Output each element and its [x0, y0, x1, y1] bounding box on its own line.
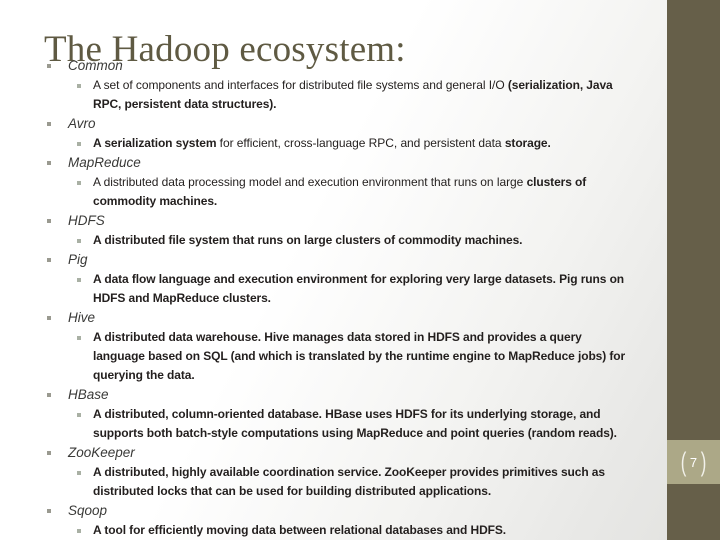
- outline-item-level1: HBase: [0, 385, 667, 405]
- outline-item-level1: MapReduce: [0, 153, 667, 173]
- outline-description-text: A set of components and interfaces for d…: [93, 78, 508, 92]
- bullet-square-icon: [47, 64, 51, 68]
- bullet-square-icon: [47, 122, 51, 126]
- bullet-square-icon: [77, 529, 81, 533]
- outline-term-label: Sqoop: [68, 503, 108, 518]
- outline-description-text: A distributed file system that runs on l…: [93, 233, 523, 247]
- outline-item-level1: ZooKeeper: [0, 443, 667, 463]
- outline-item-level1: Pig: [0, 250, 667, 270]
- outline-term-label: ZooKeeper: [68, 445, 135, 460]
- slide: ( 7 ) The Hadoop ecosystem: Common A set …: [0, 0, 720, 540]
- bullet-square-icon: [47, 219, 51, 223]
- bullet-square-icon: [77, 239, 81, 243]
- outline-description-text: storage.: [504, 136, 551, 150]
- outline-item-level2: A data flow language and execution envir…: [0, 270, 667, 308]
- bullet-square-icon: [77, 84, 81, 88]
- outline-term-label: HDFS: [68, 213, 105, 228]
- outline-item-level1: Sqoop: [0, 501, 667, 521]
- outline-description-text: A distributed data warehouse. Hive manag…: [93, 330, 626, 382]
- bullet-square-icon: [77, 413, 81, 417]
- outline-term-label: Hive: [68, 310, 96, 325]
- outline-description-text: A distributed, highly available coordina…: [93, 465, 605, 498]
- bullet-square-icon: [47, 451, 51, 455]
- outline-item-level1: Common: [0, 56, 667, 76]
- bullet-square-icon: [77, 471, 81, 475]
- outline-item-level1: Avro: [0, 114, 667, 134]
- outline-item-level2: A tool for efficiently moving data betwe…: [0, 521, 667, 540]
- outline-term-label: HBase: [68, 387, 109, 402]
- outline-term-label: Pig: [68, 252, 88, 267]
- bracket-left-icon: (: [680, 446, 687, 477]
- outline-item-level2: A distributed data warehouse. Hive manag…: [0, 328, 667, 385]
- outline-item-level2: A set of components and interfaces for d…: [0, 76, 667, 114]
- bullet-square-icon: [77, 336, 81, 340]
- outline-description-text: A tool for efficiently moving data betwe…: [93, 523, 506, 537]
- bullet-square-icon: [47, 258, 51, 262]
- bullet-square-icon: [47, 161, 51, 165]
- outline-body: Common A set of components and interfaces…: [0, 56, 667, 540]
- bullet-square-icon: [47, 316, 51, 320]
- outline-description-text: A distributed, column-oriented database.…: [93, 407, 617, 440]
- bullet-square-icon: [77, 142, 81, 146]
- page-number: 7: [689, 454, 698, 470]
- outline-term-label: Avro: [68, 116, 96, 131]
- outline-item-level2: A serialization system for efficient, cr…: [0, 134, 667, 153]
- outline-description-text: A serialization system: [93, 136, 220, 150]
- outline-description-text: A data flow language and execution envir…: [93, 272, 625, 305]
- outline-item-level2: A distributed, highly available coordina…: [0, 463, 667, 501]
- outline-description-text: A distributed data processing model and …: [93, 175, 527, 189]
- bullet-square-icon: [77, 181, 81, 185]
- bracket-right-icon: ): [700, 446, 707, 477]
- outline-term-label: Common: [68, 58, 123, 73]
- outline-item-level1: Hive: [0, 308, 667, 328]
- outline-term-label: MapReduce: [68, 155, 141, 170]
- bullet-square-icon: [47, 393, 51, 397]
- page-number-group: ( 7 ): [667, 440, 720, 484]
- bullet-square-icon: [47, 509, 51, 513]
- outline-item-level1: HDFS: [0, 211, 667, 231]
- outline-item-level2: A distributed file system that runs on l…: [0, 231, 667, 250]
- bullet-square-icon: [77, 278, 81, 282]
- outline-description-text: for efficient, cross-language RPC, and p…: [219, 136, 505, 150]
- outline-item-level2: A distributed data processing model and …: [0, 173, 667, 211]
- outline-item-level2: A distributed, column-oriented database.…: [0, 405, 667, 443]
